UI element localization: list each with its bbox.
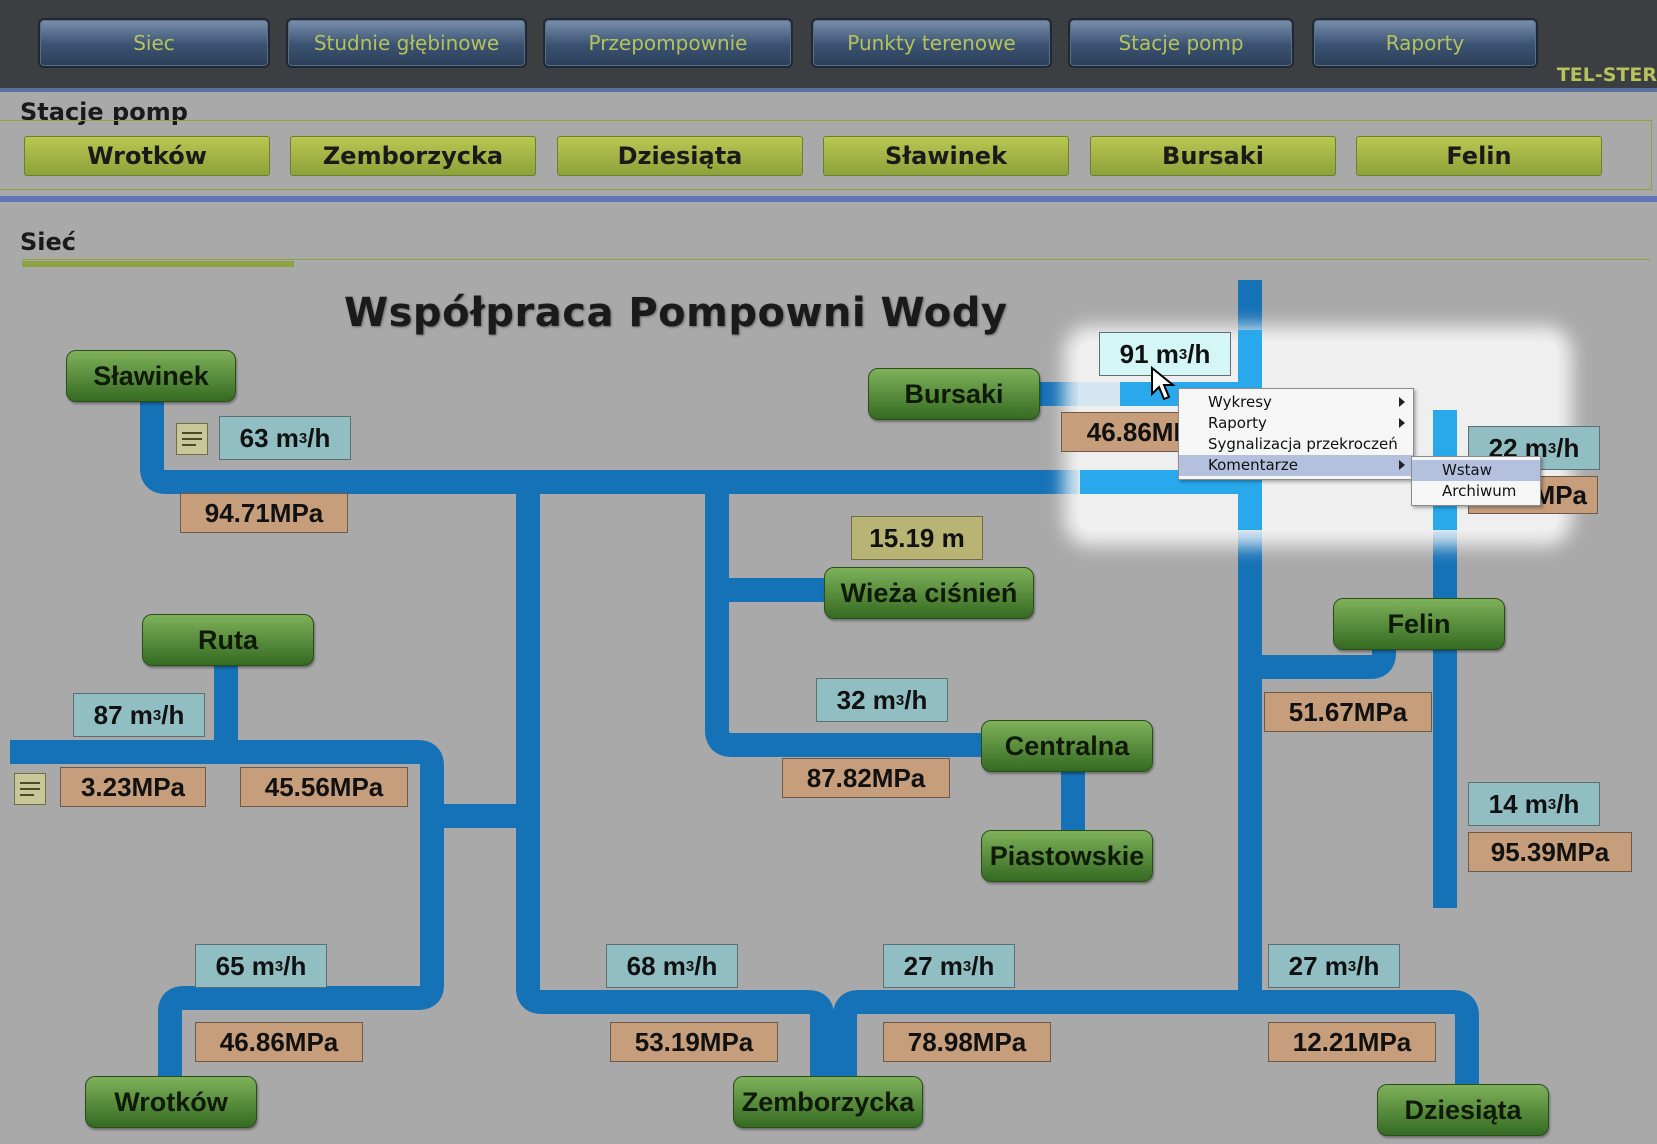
- submenu-arrow-icon: [1399, 397, 1405, 407]
- submenu-arrow-icon: [1399, 460, 1405, 470]
- node-wrotkow[interactable]: Wrotków: [85, 1076, 257, 1128]
- node-slawinek[interactable]: Sławinek: [66, 350, 236, 402]
- pressure-centralna: 87.82MPa: [782, 758, 950, 798]
- menu-item-wykresy[interactable]: Wykresy: [1179, 392, 1413, 413]
- menu-item-sygnalizacja[interactable]: Sygnalizacja przekroczeń: [1179, 434, 1413, 455]
- node-wieza-cisnien[interactable]: Wieża ciśnień: [824, 567, 1034, 619]
- node-bursaki[interactable]: Bursaki: [868, 368, 1040, 420]
- mouse-cursor-icon: [1151, 366, 1176, 401]
- pressure-dziesiata: 12.21MPa: [1268, 1022, 1436, 1062]
- pressure-wrotkow: 46.86MPa: [195, 1022, 363, 1062]
- submenu-item-wstaw[interactable]: Wstaw: [1412, 460, 1540, 481]
- node-dziesiata[interactable]: Dziesiąta: [1377, 1084, 1549, 1136]
- menu-item-raporty[interactable]: Raporty: [1179, 413, 1413, 434]
- flow-centralna: 32 m 3/h: [816, 678, 948, 722]
- flow-felin-bottom: 14 m 3/h: [1468, 782, 1600, 826]
- submenu-item-archiwum[interactable]: Archiwum: [1412, 481, 1540, 502]
- level-wieza-cisnien: 15.19 m: [851, 516, 983, 560]
- context-submenu: Wstaw Archiwum: [1411, 456, 1541, 506]
- pressure-zemborzycka: 53.19MPa: [610, 1022, 778, 1062]
- node-felin[interactable]: Felin: [1333, 598, 1505, 650]
- pressure-slawinek: 94.71MPa: [180, 493, 348, 533]
- node-zemborzycka[interactable]: Zemborzycka: [733, 1076, 923, 1128]
- flow-dziesiata: 27 m 3/h: [1268, 944, 1400, 988]
- pressure-mid: 78.98MPa: [883, 1022, 1051, 1062]
- menu-item-komentarze[interactable]: Komentarze: [1179, 455, 1413, 476]
- comment-icon[interactable]: [176, 423, 208, 455]
- node-centralna[interactable]: Centralna: [981, 720, 1153, 772]
- pressure-ruta-left: 3.23MPa: [60, 767, 206, 807]
- flow-zemborzycka: 68 m 3/h: [606, 944, 738, 988]
- flow-mid: 27 m 3/h: [883, 944, 1015, 988]
- node-ruta[interactable]: Ruta: [142, 614, 314, 666]
- flow-slawinek: 63 m 3/h: [219, 416, 351, 460]
- pressure-ruta-right: 45.56MPa: [240, 767, 408, 807]
- flow-ruta: 87 m 3/h: [73, 693, 205, 737]
- context-menu: Wykresy Raporty Sygnalizacja przekroczeń…: [1178, 388, 1414, 480]
- flow-wrotkow: 65 m 3/h: [195, 944, 327, 988]
- pressure-felin-bottom: 95.39MPa: [1468, 832, 1632, 872]
- comment-icon[interactable]: [14, 773, 46, 805]
- pressure-felin: 51.67MPa: [1264, 692, 1432, 732]
- node-piastowskie[interactable]: Piastowskie: [981, 830, 1153, 882]
- submenu-arrow-icon: [1399, 418, 1405, 428]
